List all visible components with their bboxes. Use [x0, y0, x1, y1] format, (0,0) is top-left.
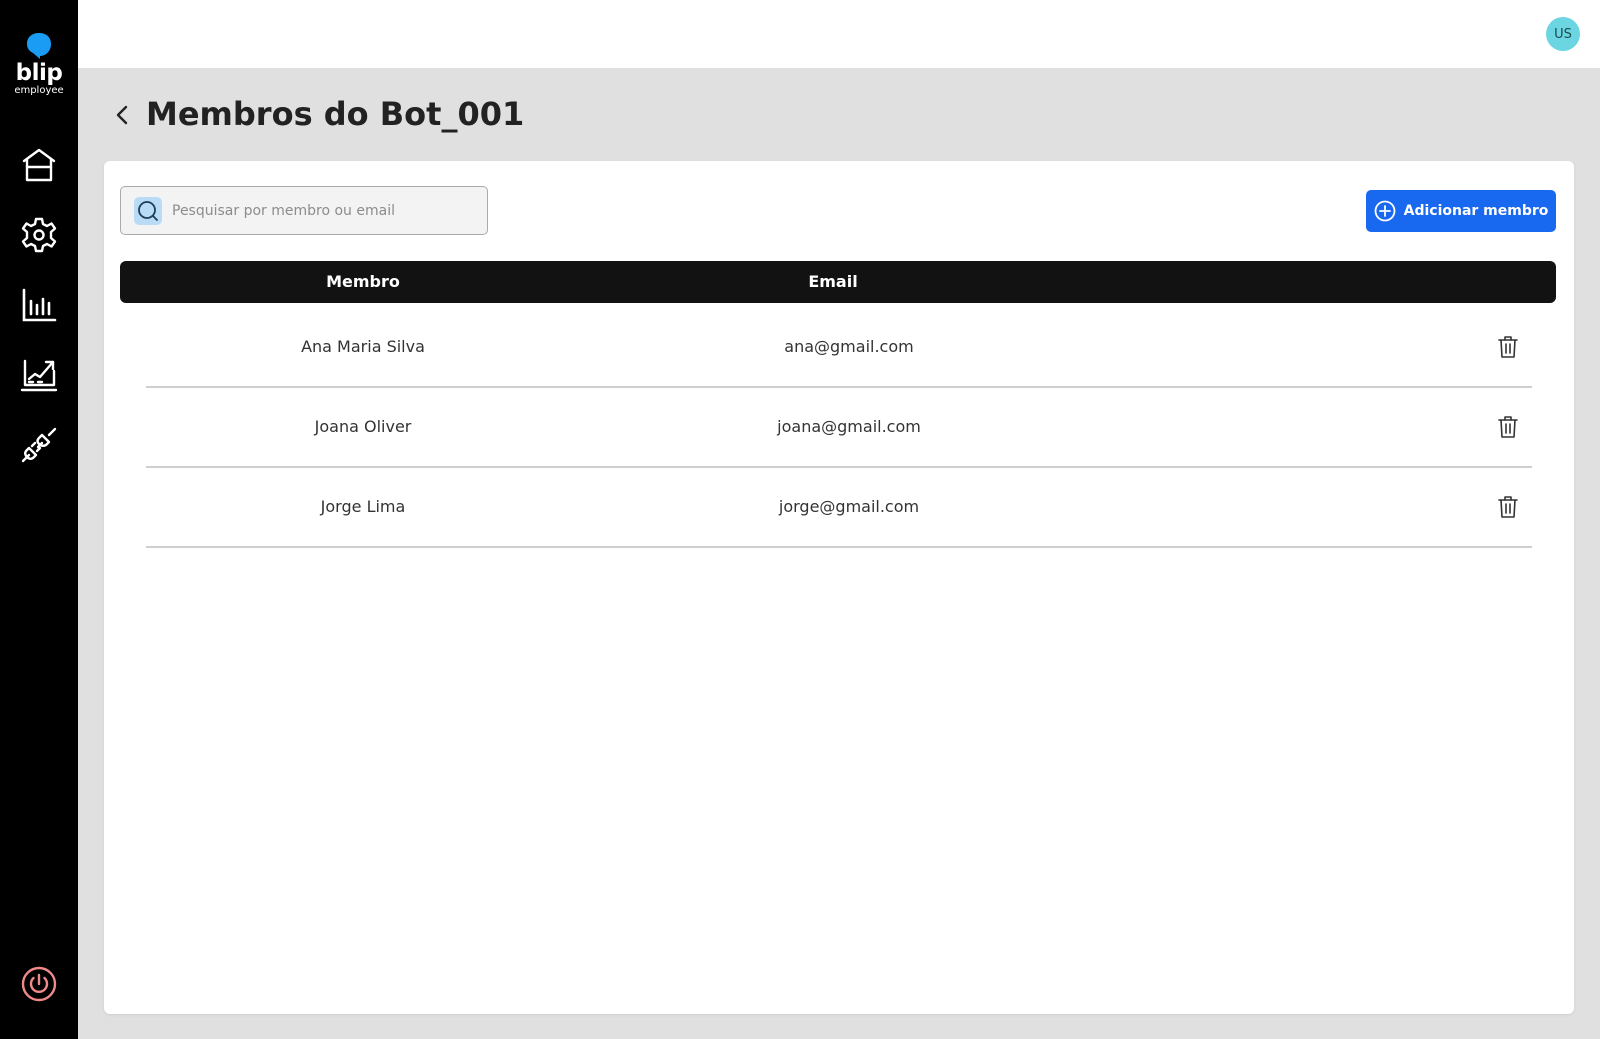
search-input[interactable] [172, 202, 472, 219]
growth-chart-icon [20, 359, 58, 392]
table-row: Ana Maria Silva ana@gmail.com [146, 308, 1532, 388]
delete-member-button[interactable] [1494, 493, 1522, 521]
bar-chart-icon [22, 288, 57, 322]
brand-name: blip [15, 60, 63, 86]
power-icon [21, 966, 57, 1002]
top-bar: US [78, 0, 1600, 68]
sidebar: blip employee [0, 0, 78, 1039]
search-icon [134, 196, 162, 225]
avatar[interactable]: US [1546, 17, 1580, 51]
member-name: Jorge Lima [320, 497, 406, 516]
member-email: joana@gmail.com [777, 417, 921, 436]
table-header: Membro Email [120, 261, 1556, 303]
chevron-left-icon [116, 105, 128, 125]
sidebar-item-home[interactable] [15, 141, 63, 189]
trash-icon [1498, 336, 1518, 358]
member-email: jorge@gmail.com [778, 497, 920, 516]
trash-icon [1498, 496, 1518, 518]
plug-icon [21, 427, 57, 463]
home-icon [22, 148, 56, 182]
member-name: Ana Maria Silva [301, 337, 425, 356]
add-member-label: Adicionar membro [1403, 203, 1549, 219]
member-name: Joana Oliver [314, 417, 412, 436]
back-button[interactable] [106, 96, 138, 134]
page-title: Membros do Bot_001 [146, 95, 525, 133]
brand-subtitle: employee [14, 85, 64, 96]
trash-icon [1498, 416, 1518, 438]
member-email: ana@gmail.com [784, 337, 914, 356]
plus-circle-icon [1374, 200, 1396, 222]
column-header-member: Membro [326, 272, 400, 291]
gear-icon [21, 217, 57, 253]
logout-button[interactable] [15, 960, 63, 1008]
table-row: Jorge Lima jorge@gmail.com [146, 468, 1532, 548]
table-row: Joana Oliver joana@gmail.com [146, 388, 1532, 468]
sidebar-item-settings[interactable] [15, 211, 63, 259]
delete-member-button[interactable] [1494, 333, 1522, 361]
delete-member-button[interactable] [1494, 413, 1522, 441]
search-field[interactable] [120, 186, 488, 235]
sidebar-item-integrations[interactable] [15, 421, 63, 469]
add-member-button[interactable]: Adicionar membro [1366, 190, 1556, 232]
chat-bubble-icon [27, 33, 51, 59]
brand-logo[interactable]: blip employee [0, 32, 78, 97]
sidebar-item-analytics[interactable] [15, 281, 63, 329]
sidebar-item-reports[interactable] [15, 351, 63, 399]
column-header-email: Email [808, 272, 858, 291]
members-card: Adicionar membro Membro Email Ana Maria … [104, 161, 1574, 1014]
app: blip employee US Membros do Bot_001 Pesq… [0, 0, 1600, 1039]
